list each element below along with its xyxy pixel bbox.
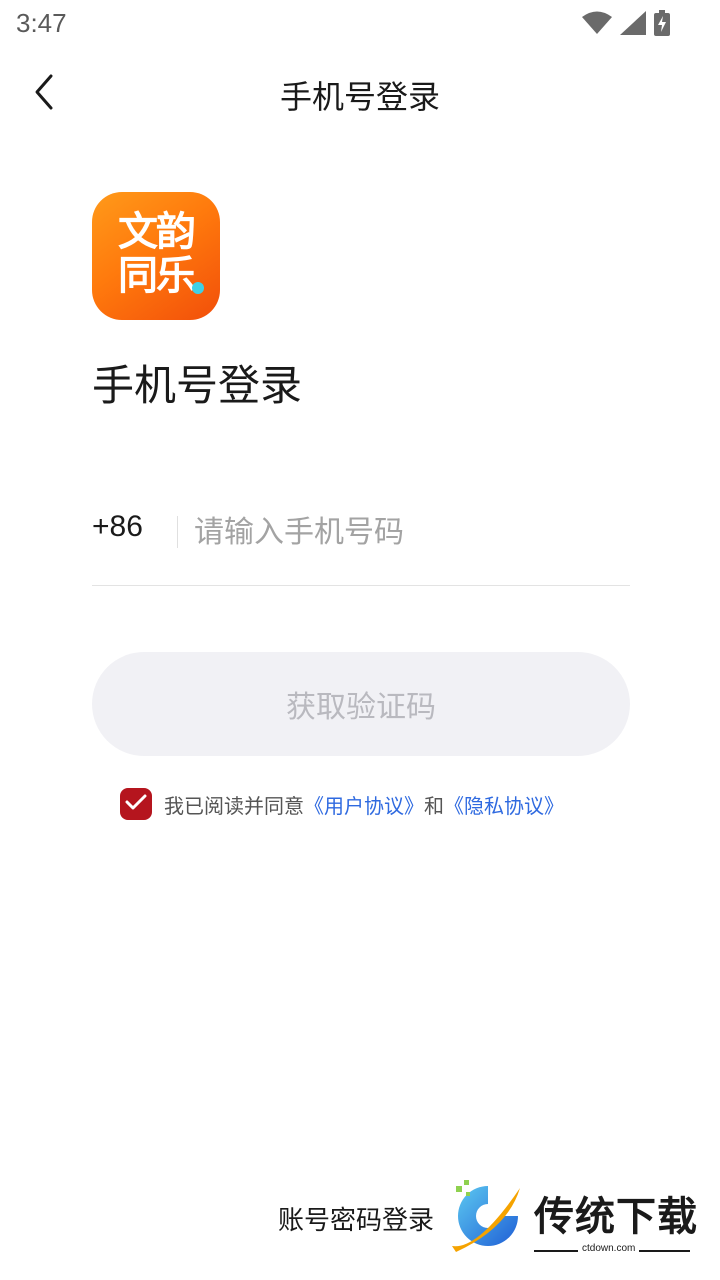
get-code-button[interactable]: 获取验证码: [92, 652, 630, 756]
phone-input[interactable]: [194, 506, 624, 558]
status-bar: 3:47: [0, 0, 720, 48]
agreement-row: 我已阅读并同意 《用户协议》 和 《隐私协议》: [120, 786, 564, 822]
watermark-title: 传统下载: [534, 1194, 698, 1240]
signal-icon: [620, 11, 646, 35]
app-logo: 文韵 同乐: [92, 192, 220, 320]
page-title: 手机号登录: [92, 361, 303, 410]
status-icons: [582, 10, 670, 36]
phone-input-row: +86: [92, 496, 630, 586]
privacy-agreement-link[interactable]: 《隐私协议》: [444, 790, 564, 819]
battery-charging-icon: [654, 10, 670, 36]
watermark-url: ctdown.com: [578, 1243, 640, 1254]
logo-dot: [192, 282, 204, 294]
account-password-login-link[interactable]: 账号密码登录: [278, 1200, 434, 1237]
agreement-text: 我已阅读并同意: [164, 793, 304, 818]
nav-title: 手机号登录: [279, 78, 440, 116]
login-screen: 3:47 手机号登录 文韵 同乐 手机号登录 +86 请输入手机号码 获取验证码…: [0, 0, 720, 1280]
nav-bar: 手机号登录: [0, 56, 720, 132]
check-icon: [125, 793, 147, 815]
watermark-logo-icon: [448, 1180, 528, 1260]
divider: [177, 516, 178, 548]
agreement-and: 和: [424, 793, 444, 818]
user-agreement-link[interactable]: 《用户协议》: [304, 790, 424, 819]
watermark: 传统下载 ctdown.com: [448, 1180, 698, 1260]
agree-checkbox[interactable]: [120, 788, 152, 820]
country-code[interactable]: +86: [92, 510, 143, 544]
wifi-icon: [582, 11, 612, 35]
status-time: 3:47: [16, 8, 67, 38]
logo-text-line1: 文韵: [118, 209, 196, 255]
